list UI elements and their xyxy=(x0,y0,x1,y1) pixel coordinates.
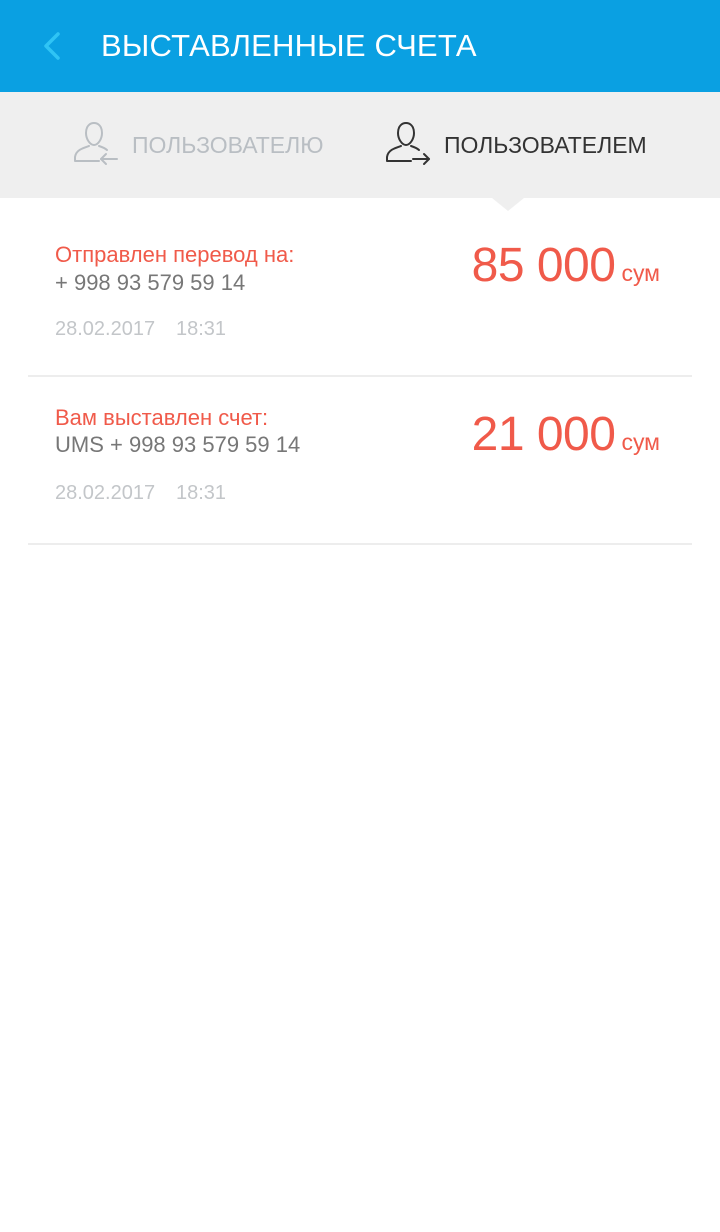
invoice-title: Вам выставлен счет: xyxy=(55,405,269,430)
user-outgoing-icon xyxy=(384,119,432,171)
app-bar: ВЫСТАВЛЕННЫЕ СЧЕТА xyxy=(0,0,720,92)
back-button[interactable] xyxy=(34,24,74,68)
invoice-title: Отправлен перевод на: xyxy=(55,242,295,267)
tab-label: ПОЛЬЗОВАТЕЛЕМ xyxy=(444,131,647,158)
invoice-time: 18:31 xyxy=(176,318,227,340)
invoice-amount: 21 000 сум xyxy=(472,407,660,462)
page-title: ВЫСТАВЛЕННЫЕ СЧЕТА xyxy=(101,28,477,63)
invoice-amount: 85 000 сум xyxy=(472,238,660,293)
list-item[interactable]: Отправлен перевод на: + 998 93 579 59 14… xyxy=(28,198,692,377)
amount-value: 21 000 xyxy=(471,408,616,461)
invoice-time: 18:31 xyxy=(176,482,227,504)
tab-bar: ПОЛЬЗОВАТЕЛЮ ПОЛЬЗОВАТЕЛЕМ xyxy=(0,92,720,198)
invoice-phone: + 998 93 579 59 14 xyxy=(55,270,246,295)
amount-currency: сум xyxy=(621,429,660,455)
list-item[interactable]: Вам выставлен счет: UMS + 998 93 579 59 … xyxy=(28,377,692,545)
tab-to-user[interactable]: ПОЛЬЗОВАТЕЛЮ xyxy=(72,92,323,198)
invoice-phone: UMS + 998 93 579 59 14 xyxy=(55,432,301,457)
tab-from-user[interactable]: ПОЛЬЗОВАТЕЛЕМ xyxy=(384,92,647,198)
amount-value: 85 000 xyxy=(471,239,616,292)
chevron-left-icon xyxy=(44,32,60,60)
invoice-date: 28.02.2017 xyxy=(55,482,156,504)
invoice-list: Отправлен перевод на: + 998 93 579 59 14… xyxy=(0,198,720,545)
amount-currency: сум xyxy=(621,260,660,286)
tab-label: ПОЛЬЗОВАТЕЛЮ xyxy=(132,131,324,158)
invoice-date: 28.02.2017 xyxy=(55,318,156,340)
user-incoming-icon xyxy=(72,119,120,171)
